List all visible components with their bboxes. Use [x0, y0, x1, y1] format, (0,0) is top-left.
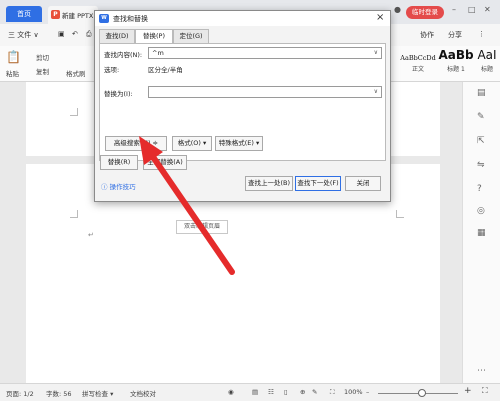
options-value: 区分全/半角 [148, 66, 183, 74]
more-icon[interactable]: ⋮ [478, 30, 485, 38]
zoom-out-icon[interactable]: – [366, 388, 369, 396]
close-button[interactable]: 关闭 [345, 176, 381, 191]
style-normal-name: 正文 [411, 66, 424, 73]
tab-home[interactable]: 首页 [6, 6, 42, 22]
cut-button[interactable]: 剪切 [36, 52, 49, 62]
grid-icon[interactable]: ☷ [268, 388, 274, 396]
tab-document[interactable]: P 新建 PPTX [48, 6, 98, 24]
paste-button[interactable]: 粘贴 [6, 68, 19, 78]
replace-label: 替换为(I): [104, 90, 133, 98]
zoom-in-icon[interactable]: + [464, 386, 472, 396]
file-menu[interactable]: 三 文件 ∨ [8, 30, 39, 40]
close-window-icon[interactable]: ✕ [484, 5, 491, 14]
chevron-down-icon[interactable]: ∨ [374, 87, 378, 97]
style-heading1-sample: AaBb [438, 48, 474, 62]
format-button[interactable]: 格式(O) ▾ [172, 136, 212, 151]
style-title-name: 标题 [480, 66, 493, 73]
margin-mark [396, 210, 404, 218]
options-label: 选项: [104, 66, 120, 74]
word-count[interactable]: 字数: 56 [46, 388, 72, 398]
fullscreen-icon[interactable]: ⛶ [482, 386, 488, 396]
edit-header-button[interactable]: 双击编辑页眉 [176, 220, 228, 234]
proofread[interactable]: 文档校对 [130, 388, 156, 398]
tab-document-label: 新建 PPTX [62, 12, 94, 20]
margin-mark [70, 108, 78, 116]
find-replace-dialog: W 查找和替换 × 查找(D) 替换(P) 定位(G) 查找内容(N): ^m … [94, 10, 391, 202]
style-heading1-name: 标题 1 [447, 66, 465, 73]
replace-input[interactable]: ∨ [148, 86, 382, 98]
chevron-down-icon[interactable]: ∨ [374, 48, 378, 58]
minimize-icon[interactable]: – [452, 5, 456, 14]
find-next-button[interactable]: 查找下一处(F) [295, 176, 341, 191]
margin-mark [70, 210, 78, 218]
globe-icon[interactable]: ⊕ [300, 388, 305, 396]
style-normal-sample: AaBbCcDd [400, 54, 436, 62]
find-previous-button[interactable]: 查找上一处(B) [245, 176, 293, 191]
location-icon[interactable]: ◎ [477, 206, 485, 216]
dialog-close-icon[interactable]: × [376, 12, 384, 23]
replace-panel: 查找内容(N): ^m ∨ 选项: 区分全/半角 替换为(I): ∨ 高级搜索(… [99, 43, 386, 161]
eye-icon[interactable]: ◉ [228, 388, 234, 396]
image-icon[interactable]: ▦ [477, 228, 486, 238]
book-icon[interactable]: ▯ [284, 388, 288, 396]
maximize-icon[interactable]: □ [468, 5, 476, 14]
tips-link-label: 操作技巧 [109, 183, 136, 191]
layout-icon[interactable]: ▤ [252, 388, 258, 396]
print-icon[interactable]: ⎙ [86, 30, 92, 39]
share-button[interactable]: 分享 [448, 30, 462, 40]
zoom-level[interactable]: 100% [344, 388, 363, 396]
status-bar: 页面: 1/2 字数: 56 拼写检查 ▾ 文档校对 ◉ ▤ ☷ ▯ ⊕ ✎ ⛶… [0, 383, 500, 401]
replace-button[interactable]: 替换(R) [100, 155, 138, 170]
save-icon[interactable]: ▣ [58, 30, 65, 38]
app-icon: W [99, 14, 109, 23]
copy-button[interactable]: 复制 [36, 66, 49, 76]
tab-goto[interactable]: 定位(G) [173, 29, 209, 43]
tab-find[interactable]: 查找(D) [99, 29, 135, 43]
adjust-icon[interactable]: ⇋ [477, 160, 485, 170]
find-input[interactable]: ^m ∨ [148, 47, 382, 59]
dialog-title-bar[interactable]: W 查找和替换 × [95, 11, 390, 26]
dialog-title: 查找和替换 [113, 15, 148, 23]
advanced-search-button[interactable]: 高级搜索(M) ≑ [105, 136, 167, 151]
zoom-knob[interactable] [418, 389, 426, 397]
fit-icon[interactable]: ⛶ [330, 388, 335, 397]
find-input-value: ^m [152, 49, 164, 57]
style-normal[interactable]: AaBbCcDd 正文 [398, 48, 438, 76]
sidebar-more-icon[interactable]: ⋯ [477, 366, 486, 376]
pptx-icon: P [51, 10, 60, 19]
right-sidebar: ▤ ✎ ⇱ ⇋ ? ◎ ▦ ⋯ [462, 82, 500, 383]
paste-icon[interactable]: 📋 [6, 50, 21, 64]
style-title[interactable]: AaI 标题 [474, 48, 500, 76]
undo-icon[interactable]: ↶ [72, 30, 78, 38]
special-format-button[interactable]: 特殊格式(E) ▾ [215, 136, 263, 151]
style-panel-icon[interactable]: ▤ [477, 88, 486, 98]
find-label: 查找内容(N): [104, 51, 143, 59]
edit-icon[interactable]: ✎ [477, 112, 485, 122]
style-title-sample: AaI [477, 48, 497, 62]
help-icon[interactable]: ? [477, 184, 482, 194]
paragraph-mark: ↵ [88, 231, 94, 239]
login-button[interactable]: 临时登录 [406, 6, 444, 19]
select-icon[interactable]: ⇱ [477, 136, 485, 146]
replace-all-button[interactable]: 全部替换(A) [143, 155, 187, 170]
page-count[interactable]: 页面: 1/2 [6, 388, 34, 398]
style-heading1[interactable]: AaBb 标题 1 [436, 48, 476, 76]
pen-icon[interactable]: ✎ [312, 388, 317, 396]
tips-link[interactable]: ⓘ 操作技巧 [101, 181, 136, 191]
tab-replace[interactable]: 替换(P) [135, 29, 173, 44]
format-painter-button[interactable]: 格式刷 [66, 68, 86, 78]
spell-check[interactable]: 拼写检查 ▾ [82, 388, 113, 398]
avatar[interactable]: ● [394, 5, 401, 14]
collab-button[interactable]: 协作 [420, 30, 434, 40]
